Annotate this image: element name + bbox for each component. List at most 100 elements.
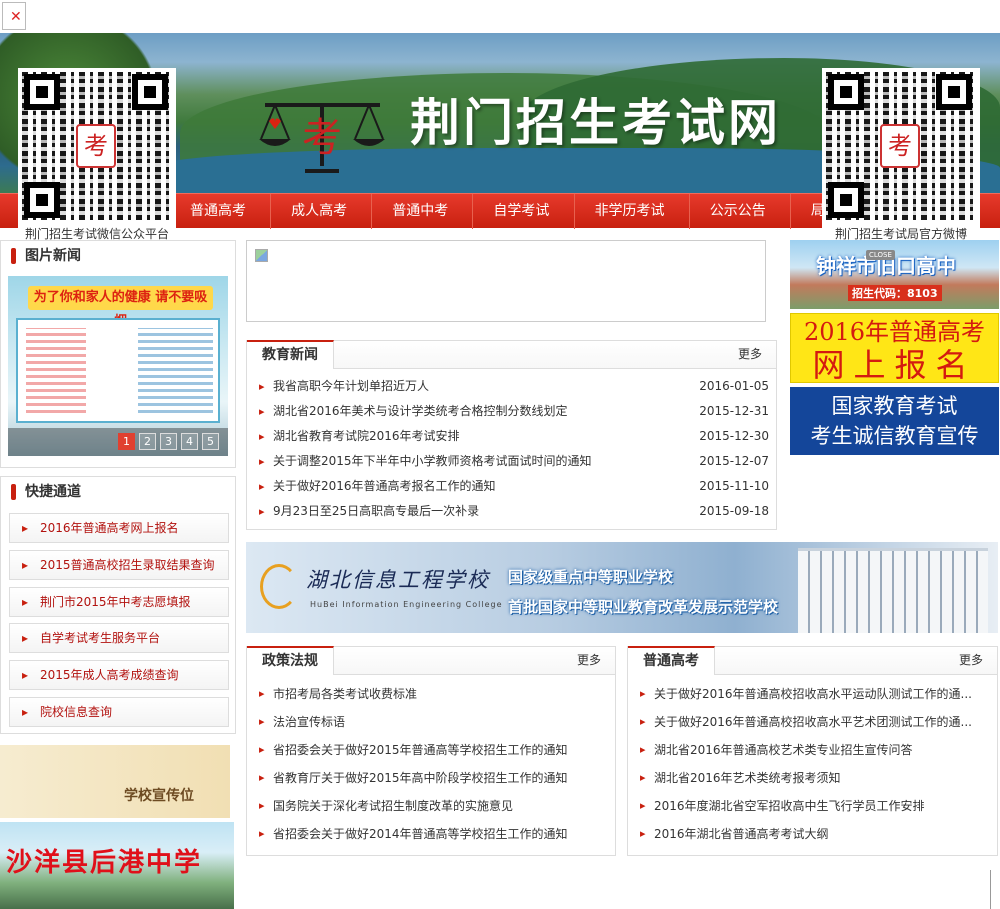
list-item[interactable]: 省招委会关于做好2014年普通高等学校招生工作的通知 [247,820,615,848]
slide-page-3[interactable]: 3 [160,433,177,450]
ad-line-1: 2016年普通高考 [803,318,986,346]
logo-char: 考 [302,115,342,161]
nav-item-self-study[interactable]: 自学考试 [472,194,569,229]
school-name-en: HuBei Information Engineering College [310,600,503,609]
policy-tab[interactable]: 政策法规 [247,646,334,675]
news-title: 关于做好2016年普通高考报名工作的通知 [273,479,496,493]
school-promo-banner[interactable]: 湖北信息工程学校 HuBei Information Engineering C… [246,542,998,633]
edu-news-header: 教育新闻 更多 [247,340,776,369]
news-title: 关于调整2015年下半年中小学教师资格考试面试时间的通知 [273,454,592,468]
qr-center-logo: 考 [76,124,116,168]
qr-center-logo: 考 [880,124,920,168]
wechat-qr-panel: 考 荆门招生考试微信公众平台 [18,68,176,244]
ad-school-code: 招生代码：8103 [848,285,942,301]
list-item[interactable]: 省招委会关于做好2015年普通高等学校招生工作的通知 [247,736,615,764]
school-logo-icon [260,564,298,609]
ad-line-2: 网上报名 [812,346,977,384]
school-name-cn: 湖北信息工程学校 [306,568,490,592]
gaokao-header: 普通高考 更多 [628,646,997,675]
slide-caption: 为了你和家人的健康 请不要吸烟 [28,286,213,329]
news-date: 2015-12-07 [699,454,769,468]
news-title: 湖北省教育考试院2016年考试安排 [273,429,460,443]
list-item[interactable]: 关于调整2015年下半年中小学教师资格考试面试时间的通知 2015-12-07 [247,449,776,474]
site-title: 荆门招生考试网 [410,93,781,152]
list-item[interactable]: 2016年湖北省普通高考考试大纲 [628,820,997,848]
slide-pager: 1 2 3 4 5 [8,428,228,456]
quick-link-gaokao-signup[interactable]: 2016年普通高考网上报名 [9,513,229,543]
list-item[interactable]: 国务院关于深化考试招生制度改革的实施意见 [247,792,615,820]
quick-link-admission-query[interactable]: 2015普通高校招生录取结果查询 [9,550,229,580]
nav-item-announcements[interactable]: 公示公告 [688,194,786,229]
close-button[interactable]: CLOSE [866,250,895,260]
broken-image-frame [246,240,766,322]
policy-panel: 政策法规 更多 市招考局各类考试收费标准 法治宣传标语 省招委会关于做好2015… [246,646,616,856]
qr-finder [24,182,60,218]
list-item[interactable]: 关于做好2016年普通高校招收高水平运动队测试工作的通... [628,680,997,708]
news-date: 2015-09-18 [699,504,769,518]
news-title: 湖北省2016年美术与设计学类统考合格控制分数线划定 [273,404,568,418]
list-item[interactable]: 湖北省2016年艺术类统考报考须知 [628,764,997,792]
quick-link-adult-score[interactable]: 2015年成人高考成绩查询 [9,660,229,690]
school-ad-label: 学校宣传位 [124,788,194,804]
news-date: 2015-11-10 [699,479,769,493]
list-item[interactable]: 关于做好2016年普通高校招收高水平艺术团测试工作的通... [628,708,997,736]
gaokao-signup-ad[interactable]: 2016年普通高考 网上报名 [790,313,999,383]
qr-finder [24,74,60,110]
scale-logo-icon: 考 [259,103,385,173]
school-building-image [798,548,988,633]
list-item[interactable]: 省教育厅关于做好2015年高中阶段学校招生工作的通知 [247,764,615,792]
list-item[interactable]: 2016年度湖北省空军招收高中生飞行学员工作安排 [628,792,997,820]
scrollbar[interactable] [990,870,991,909]
gaokao-tab[interactable]: 普通高考 [628,646,715,675]
quick-channel-title: 快捷通道 [1,477,81,507]
quick-channel-box: 快捷通道 2016年普通高考网上报名 2015普通高校招生录取结果查询 荆门市2… [0,476,236,734]
qr-finder [132,74,168,110]
policy-more-link[interactable]: 更多 [577,647,601,673]
policy-list: 市招考局各类考试收费标准 法治宣传标语 省招委会关于做好2015年普通高等学校招… [247,680,615,848]
quick-link-school-info[interactable]: 院校信息查询 [9,697,229,727]
nav-item-non-degree[interactable]: 非学历考试 [573,194,685,229]
school-ad-slot[interactable]: 学校宣传位 [0,745,230,818]
qr-finder [828,182,864,218]
edu-news-tab[interactable]: 教育新闻 [247,340,334,369]
news-date: 2015-12-31 [699,404,769,418]
news-title: 9月23日至25日高职高专最后一次补录 [273,504,480,518]
list-item[interactable]: 湖北省教育考试院2016年考试安排 2015-12-30 [247,424,776,449]
list-item[interactable]: 市招考局各类考试收费标准 [247,680,615,708]
list-item[interactable]: 9月23日至25日高职高专最后一次补录 2015-09-18 [247,499,776,524]
list-item[interactable]: 我省高职今年计划单招近万人 2016-01-05 [247,374,776,399]
quick-link-zhongkao-wish[interactable]: 荆门市2015年中考志愿填报 [9,587,229,617]
school-ad-name: 沙洋县后港中学 [6,848,203,878]
gaokao-list: 关于做好2016年普通高校招收高水平运动队测试工作的通... 关于做好2016年… [628,680,997,848]
quick-link-self-study-service[interactable]: 自学考试考生服务平台 [9,623,229,653]
ad-line-2: 考生诚信教育宣传 [810,424,979,448]
slide-page-5[interactable]: 5 [202,433,219,450]
list-item[interactable]: 法治宣传标语 [247,708,615,736]
ad-line-1: 国家教育考试 [831,394,958,418]
slide-page-1[interactable]: 1 [118,433,135,450]
photo-news-title: 图片新闻 [1,241,81,271]
broken-image-icon [255,249,268,262]
news-title: 我省高职今年计划单招近万人 [273,379,430,393]
slide-page-4[interactable]: 4 [181,433,198,450]
gaokao-more-link[interactable]: 更多 [959,647,983,673]
nav-item-adult-exam[interactable]: 成人高考 [270,194,367,229]
photo-news-slideshow[interactable]: 为了你和家人的健康 请不要吸烟 1 2 3 4 5 [8,276,228,456]
qr-finder [936,74,972,110]
nav-item-gaokao[interactable]: 普通高考 [170,194,266,229]
edu-news-list: 我省高职今年计划单招近万人 2016-01-05 湖北省2016年美术与设计学类统… [247,374,776,524]
slide-poster [16,318,220,423]
gaokao-panel: 普通高考 更多 关于做好2016年普通高校招收高水平运动队测试工作的通... 关… [627,646,998,856]
school-slogan-2: 首批国家中等职业教育改革发展示范学校 [508,598,779,616]
slide-page-2[interactable]: 2 [139,433,156,450]
list-item[interactable]: 湖北省2016年普通高校艺术类专业招生宣传问答 [628,736,997,764]
news-date: 2015-12-30 [699,429,769,443]
list-item[interactable]: 湖北省2016年美术与设计学类统考合格控制分数线划定 2015-12-31 [247,399,776,424]
policy-header: 政策法规 更多 [247,646,615,675]
nav-item-zhongkao[interactable]: 普通中考 [371,194,468,229]
school-ad-banner[interactable]: 沙洋县后港中学 [0,822,234,909]
list-item[interactable]: 关于做好2016年普通高考报名工作的通知 2015-11-10 [247,474,776,499]
edu-news-more-link[interactable]: 更多 [738,341,762,367]
integrity-education-ad[interactable]: 国家教育考试 考生诚信教育宣传 [790,387,999,455]
weibo-qr-panel: 考 荆门招生考试局官方微博 [822,68,980,244]
